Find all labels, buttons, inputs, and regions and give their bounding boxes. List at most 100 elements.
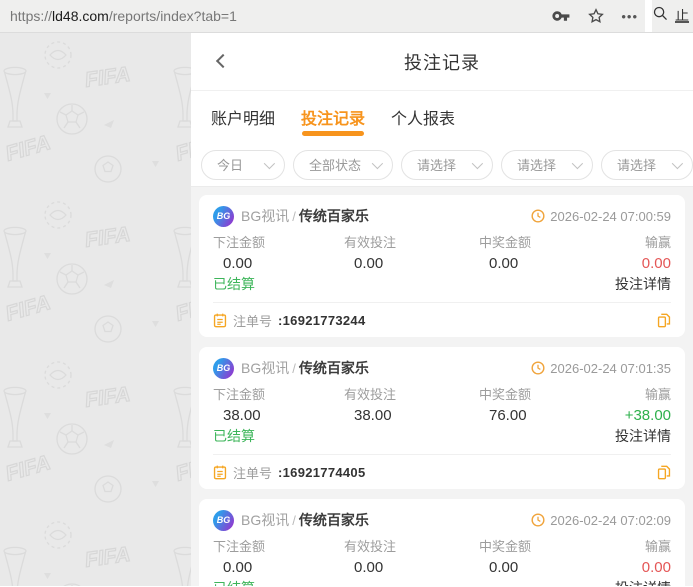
- partial-text: 止: [675, 9, 689, 23]
- value-valid-bet: 0.00: [354, 255, 384, 272]
- provider-name: BG视讯: [241, 512, 290, 528]
- order-number-label: 注单号: [233, 313, 273, 329]
- label-win-loss: 输赢: [644, 235, 671, 250]
- browser-menu-icon[interactable]: •••: [621, 9, 638, 24]
- clock-icon: [531, 361, 545, 375]
- status-settled: 已结算: [213, 428, 255, 444]
- bar-separator: [645, 0, 652, 32]
- filter-value: 请选择: [517, 158, 557, 173]
- filter-select-dropdown-1[interactable]: 请选择: [401, 149, 493, 180]
- record-time: 2026-02-24 07:02:09: [550, 512, 671, 528]
- filter-value: 全部状态: [309, 158, 362, 173]
- bet-details-link[interactable]: 投注详情: [615, 275, 671, 294]
- filter-select-dropdown-2[interactable]: 请选择: [501, 149, 593, 180]
- label-bet-amount: 下注金额: [213, 235, 266, 250]
- order-note-icon: [213, 313, 227, 327]
- chevron-left-icon: [215, 53, 231, 68]
- record-list: BG BG视讯 / 传统百家乐 2026-02-24 07:00:59 下注金额…: [191, 187, 693, 586]
- provider-name: BG视讯: [241, 208, 290, 224]
- tab-bet-records[interactable]: 投注记录: [301, 91, 365, 143]
- tab-label: 个人报表: [391, 111, 456, 128]
- tab-personal-report[interactable]: 个人报表: [391, 91, 455, 143]
- page-title: 投注记录: [404, 52, 480, 73]
- value-win-loss: +38.00: [624, 407, 671, 424]
- page-header: 投注记录: [191, 33, 693, 91]
- order-number-value: :16921773244: [278, 312, 366, 328]
- tab-account-detail[interactable]: 账户明细: [211, 91, 275, 143]
- bet-details-link[interactable]: 投注详情: [615, 579, 671, 586]
- active-tab-underline: [302, 131, 365, 136]
- clock-icon: [531, 513, 545, 527]
- filter-value: 今日: [217, 158, 244, 173]
- status-settled: 已结算: [213, 579, 255, 586]
- label-valid-bet: 有效投注: [344, 539, 397, 554]
- copy-button[interactable]: [657, 465, 671, 480]
- back-button[interactable]: [209, 49, 235, 75]
- bg-provider-logo: BG: [213, 509, 234, 531]
- label-win-amount: 中奖金额: [479, 539, 532, 554]
- value-valid-bet: 0.00: [354, 559, 384, 576]
- bg-provider-logo: BG: [213, 205, 234, 227]
- url-domain: ld48.com: [52, 8, 109, 24]
- record-time: 2026-02-24 07:00:59: [550, 208, 671, 224]
- bet-record-card: BG BG视讯 / 传统百家乐 2026-02-24 07:01:35 下注金额…: [199, 347, 685, 489]
- search-icon[interactable]: [652, 5, 669, 27]
- password-key-icon[interactable]: [552, 9, 571, 23]
- bg-provider-logo: BG: [213, 357, 234, 379]
- value-win-amount: 76.00: [489, 407, 527, 424]
- chevron-down-icon: [371, 157, 384, 169]
- filter-value: 请选择: [617, 158, 657, 173]
- copy-icon: [657, 313, 671, 327]
- label-win-amount: 中奖金额: [479, 387, 532, 402]
- url-path: /reports/index?tab=1: [108, 8, 237, 24]
- label-win-loss: 输赢: [644, 387, 671, 402]
- bookmark-star-icon[interactable]: [587, 7, 605, 25]
- tab-label: 账户明细: [211, 111, 276, 128]
- value-win-loss: 0.00: [641, 559, 671, 576]
- filter-select-dropdown-3[interactable]: 请选择: [601, 149, 693, 180]
- fifa-watermark-background: FIFA FIFA: [0, 33, 191, 586]
- chevron-down-icon: [263, 157, 276, 169]
- chevron-down-icon: [571, 157, 584, 169]
- filter-date-dropdown[interactable]: 今日: [201, 149, 285, 180]
- copy-button[interactable]: [657, 313, 671, 328]
- value-bet-amount: 38.00: [223, 407, 261, 424]
- provider-name: BG视讯: [241, 360, 290, 376]
- game-name: 传统百家乐: [298, 360, 369, 376]
- chevron-down-icon: [471, 157, 484, 169]
- url-scheme: https://: [10, 8, 53, 24]
- record-time: 2026-02-24 07:01:35: [550, 360, 671, 376]
- game-name: 传统百家乐: [298, 208, 369, 224]
- label-bet-amount: 下注金额: [213, 387, 266, 402]
- filter-status-dropdown[interactable]: 全部状态: [293, 149, 393, 180]
- label-win-loss: 输赢: [644, 539, 671, 554]
- value-win-loss: 0.00: [641, 255, 671, 272]
- fifa-pattern-graphic: FIFA FIFA: [0, 33, 191, 586]
- order-number-label: 注单号: [233, 465, 273, 481]
- bet-record-card: BG BG视讯 / 传统百家乐 2026-02-24 07:02:09 下注金额…: [199, 499, 685, 586]
- slash-separator: /: [292, 512, 296, 528]
- browser-address-bar: https://ld48.com/reports/index?tab=1 •••…: [0, 0, 693, 33]
- label-win-amount: 中奖金额: [479, 235, 532, 250]
- value-win-amount: 0.00: [489, 559, 519, 576]
- value-bet-amount: 0.00: [223, 559, 253, 576]
- chevron-down-icon: [671, 157, 684, 169]
- value-win-amount: 0.00: [489, 255, 519, 272]
- order-note-icon: [213, 465, 227, 479]
- value-bet-amount: 0.00: [223, 255, 253, 272]
- label-bet-amount: 下注金额: [213, 539, 266, 554]
- label-valid-bet: 有效投注: [344, 235, 397, 250]
- tab-bar: 账户明细 投注记录 个人报表: [191, 91, 693, 143]
- bet-record-card: BG BG视讯 / 传统百家乐 2026-02-24 07:00:59 下注金额…: [199, 195, 685, 337]
- status-settled: 已结算: [213, 276, 255, 292]
- slash-separator: /: [292, 208, 296, 224]
- card-divider: [213, 302, 671, 303]
- value-valid-bet: 38.00: [354, 407, 392, 424]
- bet-details-link[interactable]: 投注详情: [615, 427, 671, 446]
- order-number-value: :16921774405: [278, 464, 366, 480]
- url-text[interactable]: https://ld48.com/reports/index?tab=1: [10, 8, 237, 24]
- tab-label: 投注记录: [301, 111, 366, 128]
- clock-icon: [531, 209, 545, 223]
- copy-icon: [657, 465, 671, 479]
- label-valid-bet: 有效投注: [344, 387, 397, 402]
